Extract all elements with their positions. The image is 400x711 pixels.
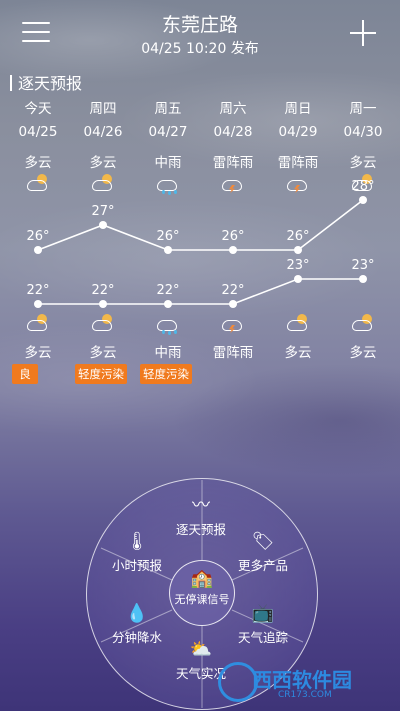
high-temp-point — [164, 246, 172, 254]
watermark-text: 西西软件园 — [252, 668, 352, 692]
thunderstorm-icon — [285, 174, 311, 194]
weekday-label: 周一 — [349, 101, 377, 117]
sun-cloud-icon: ⛅ — [189, 639, 213, 660]
night-weather-label: 雷阵雨 — [212, 345, 254, 361]
menu-item-weather-tracking[interactable]: 📺 天气追踪 — [230, 604, 296, 646]
tag-icon: 🏷 — [251, 531, 275, 552]
raindrops-icon: 💧 — [125, 603, 149, 624]
weekday-label: 周四 — [89, 101, 117, 117]
high-temp-label: 26° — [286, 229, 309, 244]
center-label: 无停课信号 — [174, 593, 230, 606]
day-weather-label: 多云 — [24, 155, 52, 171]
watermark-logo: 西西软件园 CR173.COM — [218, 662, 394, 706]
date-label: 04/27 — [148, 124, 188, 140]
low-temp-label: 23° — [286, 258, 309, 273]
aqi-badge: 轻度污染 — [75, 364, 127, 384]
day-weather-label: 多云 — [89, 155, 117, 171]
menu-item-label: 分钟降水 — [111, 630, 162, 645]
low-temp-label: 23° — [351, 258, 374, 273]
partly-cloudy-icon — [25, 174, 51, 194]
aqi-badge: 轻度污染 — [140, 364, 192, 384]
add-location-icon[interactable] — [348, 18, 378, 48]
night-weather-label: 多云 — [349, 345, 377, 361]
publish-time: 04/25 10:20 发布 — [141, 41, 259, 57]
low-temp-point — [294, 275, 302, 283]
low-temp-label: 22° — [26, 283, 49, 298]
temperature-chart: 26° 27° 26° 26° 26° 28° 22° 22° 22° 22° 23° 23° — [26, 179, 375, 308]
trend-icon: 〰 — [192, 495, 210, 516]
high-temp-point — [229, 246, 237, 254]
no-class-suspension-button[interactable]: 🏫 无停课信号 — [169, 560, 235, 626]
menu-item-hourly-forecast[interactable]: 🌡 小时预报 — [104, 532, 170, 574]
date-label: 04/28 — [213, 124, 253, 140]
date-label: 04/29 — [278, 124, 318, 140]
menu-item-label: 天气追踪 — [237, 630, 288, 645]
weekday-label: 周五 — [154, 101, 182, 117]
weekday-label: 周六 — [219, 101, 247, 117]
date-label: 04/25 — [18, 124, 58, 140]
tv-icon: 📺 — [251, 603, 275, 624]
day-weather-label: 中雨 — [154, 155, 182, 171]
low-temp-point — [99, 300, 107, 308]
high-temp-label: 28° — [351, 179, 374, 194]
menu-item-label: 逐天预报 — [175, 522, 226, 537]
top-bar: 东莞庄路 04/25 10:20 发布 — [0, 0, 400, 64]
weekday-label: 周日 — [284, 101, 312, 117]
thunderstorm-icon — [220, 174, 246, 194]
night-weather-label: 多云 — [89, 345, 117, 361]
low-temp-point — [229, 300, 237, 308]
high-temp-point — [34, 246, 42, 254]
location-title[interactable]: 东莞庄路 — [0, 10, 400, 37]
high-temp-label: 26° — [156, 229, 179, 244]
menu-item-daily-forecast[interactable]: 〰 逐天预报 — [168, 496, 234, 538]
low-temp-label: 22° — [221, 283, 244, 298]
high-temp-label: 26° — [26, 229, 49, 244]
low-temp-point — [164, 300, 172, 308]
watermark-sub: CR173.COM — [278, 690, 332, 700]
rain-icon — [155, 174, 181, 195]
high-temp-point — [359, 196, 367, 204]
section-title: 逐天预报 — [10, 70, 82, 94]
low-temp-point — [34, 300, 42, 308]
weekday-label: 今天 — [24, 101, 52, 117]
high-temp-point — [294, 246, 302, 254]
aqi-badge: 良 — [12, 364, 38, 384]
menu-item-label: 小时预报 — [111, 558, 162, 573]
night-weather-label: 多云 — [24, 345, 52, 361]
partly-cloudy-icon — [90, 174, 116, 194]
day-weather-label: 多云 — [349, 155, 377, 171]
low-temp-point — [359, 275, 367, 283]
low-temp-label: 22° — [91, 283, 114, 298]
high-temp-label: 27° — [91, 204, 114, 219]
day-weather-label: 雷阵雨 — [277, 155, 319, 171]
date-label: 04/30 — [343, 124, 383, 140]
high-temp-label: 26° — [221, 229, 244, 244]
high-temp-point — [99, 221, 107, 229]
night-weather-label: 多云 — [284, 345, 312, 361]
thermometer-icon: 🌡 — [125, 531, 149, 552]
menu-item-label: 更多产品 — [237, 558, 288, 573]
low-temp-line — [38, 278, 363, 305]
menu-item-minute-precip[interactable]: 💧 分钟降水 — [104, 604, 170, 646]
date-label: 04/26 — [83, 124, 123, 140]
low-temp-label: 22° — [156, 283, 179, 298]
high-temp-line — [37, 199, 364, 251]
menu-item-more-products[interactable]: 🏷 更多产品 — [230, 532, 296, 574]
school-icon: 🏫 — [190, 568, 214, 589]
day-weather-label: 雷阵雨 — [212, 155, 254, 171]
night-weather-label: 中雨 — [154, 345, 182, 361]
